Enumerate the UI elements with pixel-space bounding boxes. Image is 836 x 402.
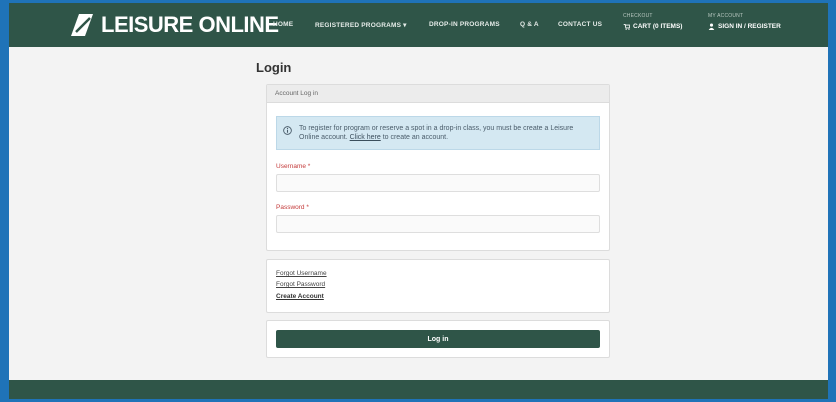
username-label: Username *: [276, 163, 311, 170]
page-title: Login: [256, 60, 292, 75]
checkout-label: CHECKOUT: [623, 13, 653, 19]
alert-create-link[interactable]: Click here: [350, 134, 381, 141]
browser-frame: LEISURE ONLINE HOME REGISTERED PROGRAMS …: [9, 3, 828, 399]
site-logo[interactable]: LEISURE ONLINE: [69, 12, 279, 38]
nav-registered-programs[interactable]: REGISTERED PROGRAMS ▾: [315, 21, 407, 29]
alert-suffix: to create an account.: [382, 134, 449, 141]
sign-in-label: SIGN IN / REGISTER: [718, 23, 781, 30]
account-links-card: Forgot Username Forgot Password Create A…: [266, 259, 610, 313]
logo-text: LEISURE ONLINE: [101, 12, 279, 37]
info-alert: To register for program or reserve a spo…: [276, 116, 600, 150]
my-account-label: MY ACCOUNT: [708, 13, 744, 19]
nav-drop-in-programs[interactable]: DROP-IN PROGRAMS: [429, 21, 500, 28]
password-label: Password *: [276, 204, 309, 211]
info-icon: [283, 126, 292, 135]
nav-contact-us[interactable]: CONTACT US: [558, 21, 602, 28]
cart-link[interactable]: CART (0 ITEMS): [623, 23, 682, 30]
cart-label: CART (0 ITEMS): [633, 23, 683, 30]
user-icon: [708, 23, 715, 30]
card-header: Account Log in: [267, 85, 609, 103]
top-navbar: LEISURE ONLINE HOME REGISTERED PROGRAMS …: [9, 3, 828, 47]
alert-text: To register for program or reserve a spo…: [299, 124, 594, 142]
password-input[interactable]: [276, 215, 600, 233]
create-account-link[interactable]: Create Account: [276, 293, 324, 300]
sign-in-register-link[interactable]: SIGN IN / REGISTER: [708, 23, 781, 30]
forgot-password-link[interactable]: Forgot Password: [276, 281, 325, 288]
nav-qa[interactable]: Q & A: [520, 21, 539, 28]
login-button[interactable]: Log in: [276, 330, 600, 348]
cart-icon: [623, 23, 630, 30]
site-footer: [9, 380, 828, 399]
forgot-username-link[interactable]: Forgot Username: [276, 270, 327, 277]
username-input[interactable]: [276, 174, 600, 192]
login-action-card: Log in: [266, 320, 610, 358]
nav-home[interactable]: HOME: [273, 21, 293, 28]
account-login-card: Account Log in To register for program o…: [266, 84, 610, 251]
leaf-logo-icon: [71, 14, 93, 36]
